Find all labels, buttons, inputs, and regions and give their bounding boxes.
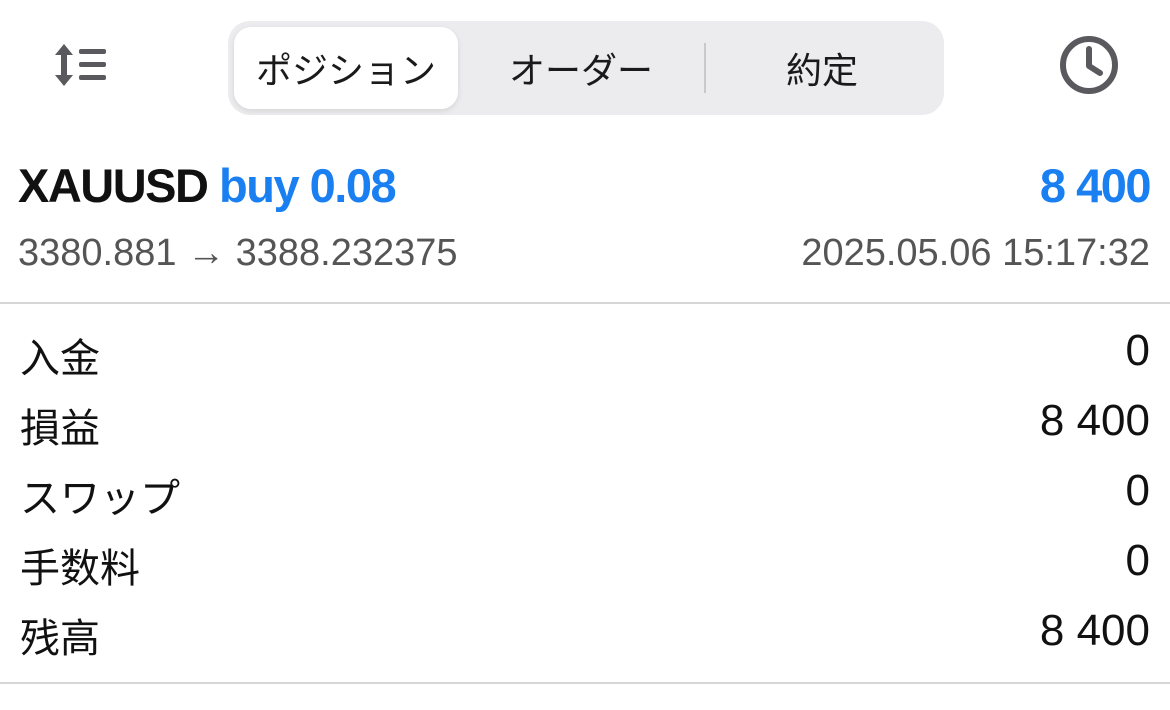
position-profit: 8 400 <box>1039 159 1152 212</box>
clock-icon <box>1058 34 1120 100</box>
position-symbol: XAUUSD <box>18 159 209 212</box>
tab-orders-label: オーダー <box>508 51 653 92</box>
top-toolbar: ポジション オーダー 約定 <box>0 0 1170 135</box>
sort-icon <box>52 40 110 94</box>
position-volume: 0.08 <box>309 159 397 212</box>
tab-deals[interactable]: 約定 <box>706 27 938 109</box>
current-price: 3388.232375 <box>235 232 458 274</box>
tab-segmented-control: ポジション オーダー 約定 <box>228 21 944 115</box>
tab-deals-label: 約定 <box>785 51 858 92</box>
summary-value: 0 <box>1125 536 1150 585</box>
position-prices: 3380.881 → 3388.232375 <box>18 232 458 275</box>
history-button[interactable] <box>1054 34 1124 100</box>
summary-row-profit: 損益 8 400 <box>0 388 1170 458</box>
tab-positions-label: ポジション <box>255 51 436 92</box>
position-side: buy <box>219 159 300 212</box>
position-row[interactable]: XAUUSD buy 0.08 8 400 3380.881 → 3388.23… <box>0 140 1170 302</box>
summary-value: 0 <box>1125 466 1150 515</box>
summary-value: 8 400 <box>1039 606 1150 655</box>
summary-label: スワップ <box>20 476 180 522</box>
divider <box>0 302 1170 304</box>
summary-label: 残高 <box>20 616 100 662</box>
account-summary: 入金 0 損益 8 400 スワップ 0 手数料 0 残高 8 400 <box>0 318 1170 668</box>
summary-label: 入金 <box>20 336 100 382</box>
position-header: XAUUSD buy 0.08 <box>18 158 397 213</box>
summary-row-balance: 残高 8 400 <box>0 598 1170 668</box>
summary-row-swap: スワップ 0 <box>0 458 1170 528</box>
summary-value: 8 400 <box>1039 396 1150 445</box>
summary-label: 手数料 <box>20 546 140 592</box>
summary-row-deposit: 入金 0 <box>0 318 1170 388</box>
position-open-time: 2025.05.06 15:17:32 <box>801 232 1150 274</box>
summary-value: 0 <box>1125 326 1150 375</box>
price-arrow: → <box>187 232 226 274</box>
summary-row-commission: 手数料 0 <box>0 528 1170 598</box>
tab-orders[interactable]: オーダー <box>460 27 702 109</box>
tab-positions[interactable]: ポジション <box>234 27 458 109</box>
sort-button[interactable] <box>46 38 116 96</box>
summary-label: 損益 <box>20 406 100 452</box>
open-price: 3380.881 <box>18 232 177 274</box>
divider <box>0 682 1170 684</box>
